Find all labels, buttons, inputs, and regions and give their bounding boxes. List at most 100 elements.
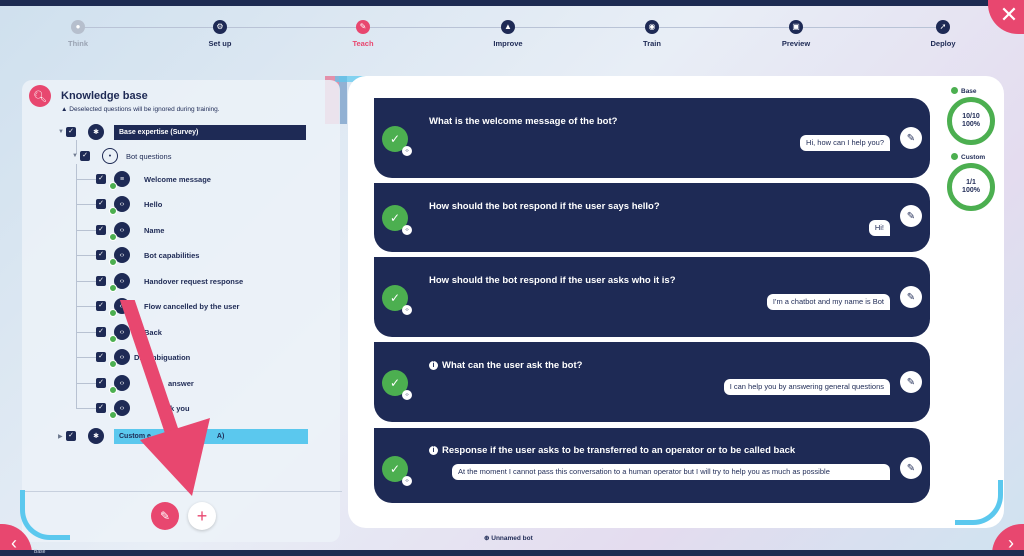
tree-item-label[interactable]: Handover request response bbox=[144, 277, 243, 286]
step-label: Deploy bbox=[930, 39, 956, 48]
tree-item[interactable]: ✓ ≡ Welcome message bbox=[96, 171, 211, 190]
qa-question: How should the bot respond if the user a… bbox=[429, 275, 676, 286]
info-icon[interactable]: i bbox=[429, 446, 438, 455]
tree-item-label[interactable]: Name bbox=[144, 226, 164, 235]
close-icon: ✕ bbox=[999, 2, 1019, 27]
checkbox[interactable]: ✓ bbox=[96, 225, 106, 235]
checkbox[interactable]: ✓ bbox=[80, 151, 90, 161]
tree-connector bbox=[76, 230, 96, 231]
check-badge-icon bbox=[109, 309, 117, 317]
pencil-icon: ✎ bbox=[906, 376, 916, 388]
check-badge-icon bbox=[109, 207, 117, 215]
caret-right-icon[interactable]: ▶ bbox=[58, 433, 66, 440]
tree-connector bbox=[76, 357, 96, 358]
step-setup[interactable]: ⚙ Set up bbox=[182, 20, 258, 48]
preview-icon: ▣ bbox=[789, 20, 803, 34]
qa-card[interactable]: ✓ ‹› i What can the user ask the bot? I ca… bbox=[374, 342, 930, 422]
tree-connector bbox=[76, 204, 96, 205]
qa-answer[interactable]: At the moment I cannot pass this convers… bbox=[452, 464, 890, 481]
info-icon[interactable]: i bbox=[429, 361, 438, 370]
tree-connector bbox=[76, 332, 96, 333]
qa-answer[interactable]: Hi! bbox=[868, 220, 890, 237]
tree-root-label[interactable]: Base expertise (Survey) bbox=[114, 124, 306, 140]
checkbox[interactable]: ✓ bbox=[66, 431, 76, 441]
pencil-icon: ✎ bbox=[906, 291, 916, 303]
qa-answer[interactable]: I'm a chatbot and my name is Bot bbox=[766, 294, 890, 311]
edit-answer-button[interactable]: ✎ bbox=[900, 371, 922, 393]
qa-card[interactable]: ✓ ‹› i Response if the user asks to be tra… bbox=[374, 428, 930, 503]
tree-group-label[interactable]: Bot questions bbox=[126, 152, 171, 161]
search-icon[interactable]: 🔍︎ bbox=[29, 85, 51, 107]
code-icon: ≡ bbox=[109, 171, 130, 190]
checkbox[interactable]: ✓ bbox=[96, 199, 106, 209]
edit-answer-button[interactable]: ✎ bbox=[900, 205, 922, 227]
checkbox[interactable]: ✓ bbox=[96, 301, 106, 311]
qa-card[interactable]: ✓ ‹› How should the bot respond if the us… bbox=[374, 183, 930, 252]
close-button[interactable]: ✕ bbox=[988, 0, 1024, 34]
warning-text: Deselected questions will be ignored dur… bbox=[69, 106, 220, 113]
code-icon: ‹› bbox=[109, 196, 130, 215]
step-label: Preview bbox=[781, 39, 811, 48]
gauge-percent: 100% bbox=[962, 121, 980, 128]
check-badge-icon bbox=[109, 335, 117, 343]
code-icon: ‹› bbox=[402, 146, 412, 156]
check-icon: ✓ ‹› bbox=[382, 456, 412, 486]
qa-answer[interactable]: Hi, how can I help you? bbox=[800, 135, 890, 152]
add-button[interactable]: + bbox=[188, 502, 216, 530]
gauge-percent: 100% bbox=[962, 187, 980, 194]
question-text: How should the bot respond if the user s… bbox=[429, 201, 660, 212]
edit-answer-button[interactable]: ✎ bbox=[900, 457, 922, 479]
check-icon: ✓ ‹› bbox=[382, 370, 412, 400]
qa-card[interactable]: ✓ ‹› How should the bot respond if the us… bbox=[374, 257, 930, 337]
step-label: Train bbox=[643, 39, 661, 48]
tree-item-label[interactable]: Hello bbox=[144, 200, 162, 209]
tree-item[interactable]: ✓ ‹› Handover request response bbox=[96, 273, 243, 292]
checkbox[interactable]: ✓ bbox=[96, 327, 106, 337]
tree-item[interactable]: ✓ ‹› Hello bbox=[96, 196, 162, 215]
qa-card[interactable]: ✓ ‹› What is the welcome message of the b… bbox=[374, 98, 930, 178]
group-node-icon: • bbox=[102, 148, 118, 164]
question-text: What can the user ask the bot? bbox=[442, 360, 583, 371]
checkbox[interactable]: ✓ bbox=[96, 352, 106, 362]
tree-row-group[interactable]: ▼ ✓ • Bot questions bbox=[72, 148, 171, 164]
checkbox[interactable]: ✓ bbox=[96, 403, 106, 413]
edit-answer-button[interactable]: ✎ bbox=[900, 127, 922, 149]
code-icon: ‹› bbox=[402, 476, 412, 486]
step-think[interactable]: ● Think bbox=[40, 20, 116, 48]
checkbox[interactable]: ✓ bbox=[96, 174, 106, 184]
gauge-label: Custom bbox=[951, 153, 985, 161]
checkbox[interactable]: ✓ bbox=[96, 250, 106, 260]
code-icon: ‹› bbox=[402, 390, 412, 400]
qa-answer[interactable]: I can help you by answering general ques… bbox=[723, 379, 890, 396]
caret-down-icon[interactable]: ▼ bbox=[72, 153, 80, 159]
tree-connector bbox=[76, 164, 77, 409]
tree-item-label[interactable]: Bot capabilities bbox=[144, 251, 199, 260]
check-icon: ✓ ‹› bbox=[382, 285, 412, 315]
pencil-icon: ✎ bbox=[159, 509, 171, 523]
checkbox[interactable]: ✓ bbox=[66, 127, 76, 137]
qa-question: i Response if the user asks to be transfe… bbox=[429, 445, 795, 456]
step-deploy[interactable]: ➚ Deploy bbox=[905, 20, 981, 48]
tree-item[interactable]: ✓ ‹› Bot capabilities bbox=[96, 247, 199, 266]
code-icon: ‹› bbox=[109, 273, 130, 292]
tree-row-root[interactable]: ▼ ✓ ✱ Base expertise (Survey) bbox=[58, 124, 306, 140]
edit-answer-button[interactable]: ✎ bbox=[900, 286, 922, 308]
pencil-icon: ✎ bbox=[356, 20, 370, 34]
base-gauge: 10/10 100% bbox=[947, 97, 995, 145]
caret-down-icon[interactable]: ▼ bbox=[58, 129, 66, 135]
tree-item[interactable]: ✓ ‹› Name bbox=[96, 222, 164, 241]
tree-connector bbox=[76, 383, 96, 384]
gear-icon: ⚙ bbox=[213, 20, 227, 34]
edit-button[interactable]: ✎ bbox=[151, 502, 179, 530]
step-preview[interactable]: ▣ Preview bbox=[758, 20, 834, 48]
checkbox[interactable]: ✓ bbox=[96, 378, 106, 388]
bottom-strip-text: Base bbox=[34, 549, 46, 555]
panel-title: Knowledge base bbox=[61, 90, 148, 102]
gauge-label-text: Base bbox=[961, 88, 977, 95]
step-teach[interactable]: ✎ Teach bbox=[325, 20, 401, 48]
progress-stepper: ● Think ⚙ Set up ✎ Teach ▲ Improve ◉ Tra… bbox=[40, 20, 980, 50]
checkbox[interactable]: ✓ bbox=[96, 276, 106, 286]
step-improve[interactable]: ▲ Improve bbox=[470, 20, 546, 48]
tree-item-label[interactable]: Welcome message bbox=[144, 175, 211, 184]
step-train[interactable]: ◉ Train bbox=[614, 20, 690, 48]
